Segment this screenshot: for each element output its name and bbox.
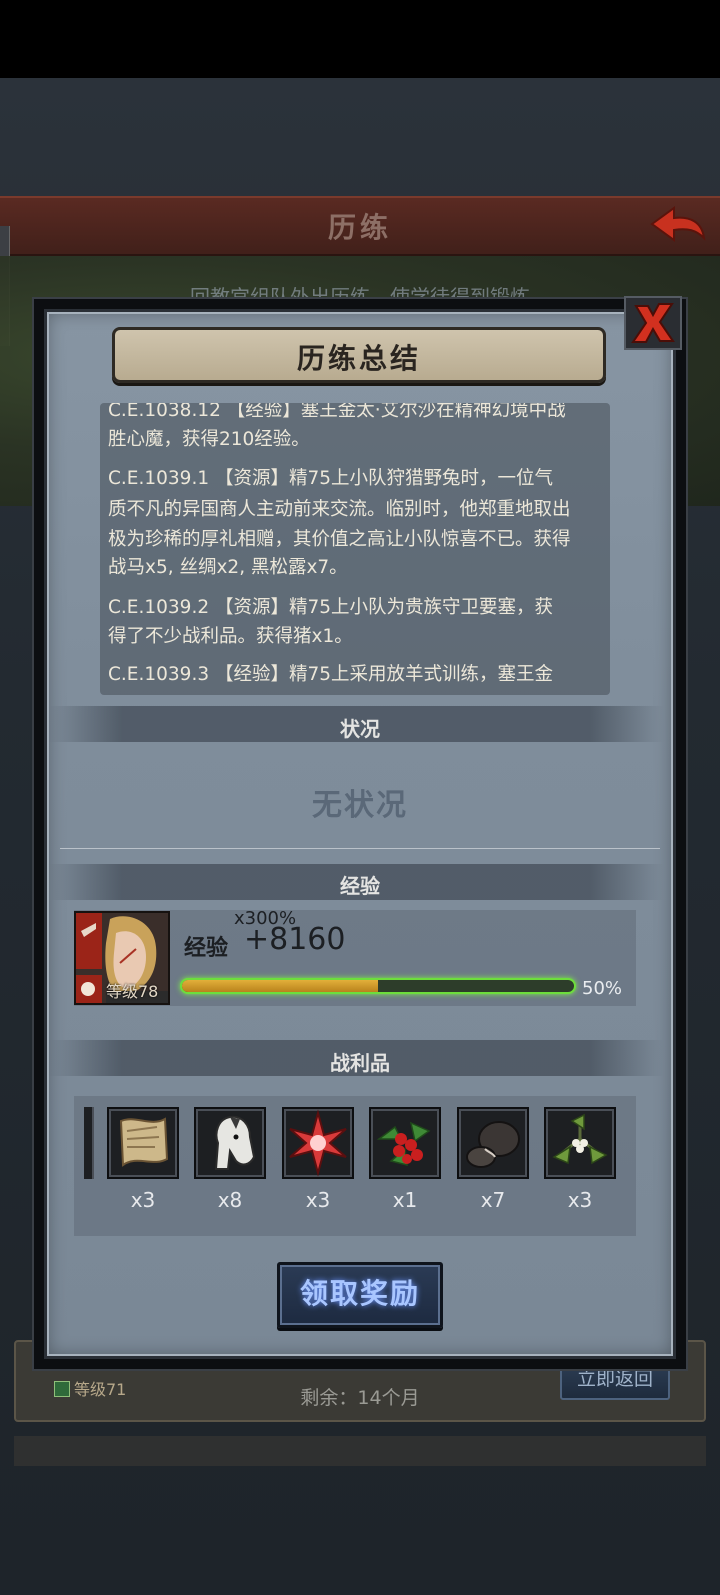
- loot-item[interactable]: [369, 1107, 441, 1179]
- mistletoe-icon: [552, 1113, 608, 1165]
- status-section-title: 状况: [340, 717, 380, 741]
- scroll-icon: [119, 1117, 169, 1167]
- truffle-icon: [466, 1121, 520, 1168]
- horse-icon: [214, 1115, 256, 1170]
- exp-progress-fill: [182, 980, 378, 992]
- log-line: 得了不少战利品。获得猪x1。: [108, 626, 353, 647]
- loot-item[interactable]: [544, 1107, 616, 1179]
- divider: [60, 848, 660, 849]
- loot-count: x8: [217, 1188, 243, 1212]
- avatar-level: 等级78: [106, 982, 159, 1001]
- status-value: 无状况: [312, 788, 408, 823]
- close-icon: [631, 303, 675, 343]
- log-line: 极为珍稀的厚礼相赠，其价值之高让小队惊喜不已。获得: [108, 529, 571, 550]
- loot-count: x3: [130, 1188, 156, 1212]
- log-line: C.E.1039.2 【资源】精75上小队为贵族守卫要塞，获: [108, 597, 554, 618]
- loot-item[interactable]: [282, 1107, 354, 1179]
- close-button[interactable]: [624, 296, 682, 350]
- background-card-2: [14, 1436, 706, 1466]
- log-line: C.E.1039.1 【资源】精75上小队狩猎野兔时，一位气: [108, 468, 554, 489]
- exp-progress-percent: 50%: [582, 978, 623, 999]
- exp-label: 经验: [184, 936, 229, 961]
- dialog-title: 历练总结: [296, 342, 421, 375]
- log-line: C.E.1038.12 【经验】塞王金太·艾尔沙在精神幻境中战: [108, 403, 566, 421]
- log-line: 质不凡的异国商人主动前来交流。临别时，他郑重地取出: [108, 499, 571, 520]
- loot-count: x3: [567, 1188, 593, 1212]
- exp-progress-bar: [180, 978, 576, 994]
- log-line: C.E.1039.3 【经验】精75上采用放羊式训练，塞王金: [108, 664, 554, 685]
- berries-icon: [376, 1121, 431, 1166]
- loot-count: x1: [392, 1188, 418, 1212]
- red-star-icon: [289, 1109, 347, 1177]
- loot-item[interactable]: [107, 1107, 179, 1179]
- loot-section-title: 战利品: [330, 1051, 390, 1075]
- exp-gain: +8160: [244, 922, 346, 957]
- loot-item-partial: [84, 1107, 94, 1179]
- loot-item[interactable]: [457, 1107, 529, 1179]
- page-title: 历练: [327, 211, 392, 244]
- log-line: 胜心魔，获得210经验。: [108, 429, 310, 450]
- loot-count: x3: [305, 1188, 331, 1212]
- back-arrow-icon[interactable]: [648, 204, 708, 246]
- claim-reward-button[interactable]: 领取奖励: [277, 1262, 443, 1328]
- loot-count: x7: [480, 1188, 506, 1212]
- loot-item[interactable]: [194, 1107, 266, 1179]
- history-log[interactable]: C.E.1038.12 【经验】塞王金太·艾尔沙在精神幻境中战 胜心魔，获得21…: [100, 403, 610, 695]
- exp-section-title: 经验: [340, 874, 380, 898]
- log-line: 战马x5, 丝绸x2, 黑松露x7。: [108, 557, 348, 578]
